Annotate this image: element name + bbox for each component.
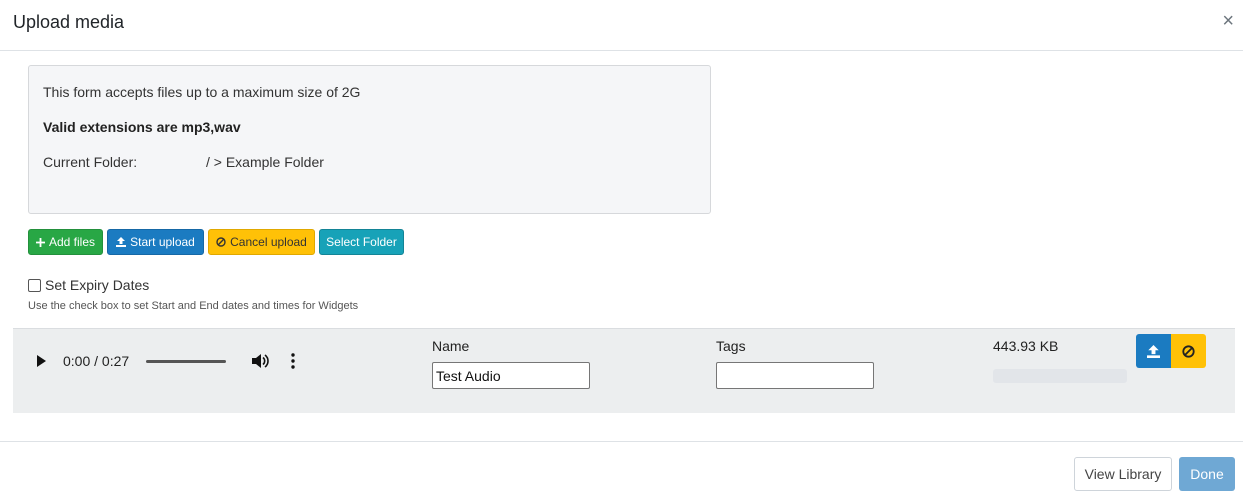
modal-header: Upload media × <box>0 0 1243 51</box>
file-upload-progress <box>993 369 1127 383</box>
file-row: 0:00 / 0:27 Name Tags 443.93 KB <box>13 328 1235 413</box>
plus-icon <box>35 237 45 247</box>
player-time: 0:00 / 0:27 <box>63 353 130 369</box>
modal-footer: View Library Done <box>0 441 1243 504</box>
name-label: Name <box>432 338 470 354</box>
current-folder-label: Current Folder: <box>43 154 138 170</box>
tags-label: Tags <box>716 338 746 354</box>
audio-player: 0:00 / 0:27 <box>37 351 295 371</box>
select-folder-button[interactable]: Select Folder <box>319 229 404 255</box>
upload-icon <box>1147 344 1160 358</box>
max-size-text: This form accepts files up to a maximum … <box>43 84 361 100</box>
player-progress[interactable] <box>146 360 226 363</box>
play-icon[interactable] <box>37 355 46 367</box>
close-button[interactable]: × <box>1222 11 1234 31</box>
start-upload-label: Start upload <box>130 235 195 249</box>
upload-icon <box>116 237 127 247</box>
volume-icon[interactable] <box>251 351 269 371</box>
more-vertical-icon[interactable] <box>289 351 297 371</box>
cancel-upload-button[interactable]: Cancel upload <box>208 229 315 255</box>
tags-input[interactable] <box>716 362 874 389</box>
add-files-label: Add files <box>48 235 96 249</box>
modal-title: Upload media <box>13 12 125 32</box>
start-upload-button[interactable]: Start upload <box>107 229 204 255</box>
view-library-button[interactable]: View Library <box>1074 457 1172 491</box>
expiry-label: Set Expiry Dates <box>45 277 150 293</box>
name-input[interactable] <box>432 362 590 389</box>
valid-extensions-text: Valid extensions are mp3,wav <box>43 119 241 135</box>
expiry-help-text: Use the check box to set Start and End d… <box>28 300 359 312</box>
ban-icon <box>1182 344 1195 358</box>
ban-icon <box>216 237 226 247</box>
expiry-checkbox[interactable] <box>28 278 41 292</box>
file-start-upload-button[interactable] <box>1136 334 1171 368</box>
file-size: 443.93 KB <box>993 338 1059 354</box>
upload-info-panel: This form accepts files up to a maximum … <box>28 65 711 214</box>
cancel-upload-label: Cancel upload <box>230 235 307 249</box>
done-button[interactable]: Done <box>1179 457 1235 491</box>
current-folder-value: / > Example Folder <box>206 154 324 170</box>
file-cancel-upload-button[interactable] <box>1171 334 1206 368</box>
expiry-toggle[interactable]: Set Expiry Dates <box>28 277 149 293</box>
add-files-button[interactable]: Add files <box>28 229 103 255</box>
select-folder-label: Select Folder <box>326 235 397 249</box>
